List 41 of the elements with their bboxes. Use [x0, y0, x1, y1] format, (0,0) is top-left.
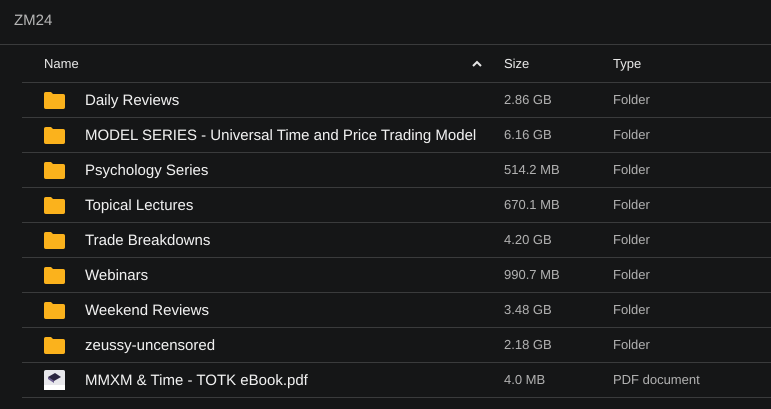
file-size: 2.18 GB	[504, 337, 552, 352]
file-type: PDF document	[613, 372, 700, 387]
file-size: 4.0 MB	[504, 372, 546, 387]
file-name[interactable]: Daily Reviews	[85, 92, 180, 108]
folder-icon	[44, 92, 65, 108]
file-type: Folder	[613, 302, 650, 317]
column-header[interactable]: Name	[22, 56, 79, 71]
file-name[interactable]: Trade Breakdowns	[85, 232, 210, 248]
file-size: 3.48 GB	[504, 302, 552, 317]
file-type: Folder	[613, 162, 650, 177]
file-size: 670.1 MB	[504, 197, 560, 212]
file-size: 514.2 MB	[504, 162, 560, 177]
file-size: 4.20 GB	[504, 232, 552, 247]
file-type: Folder	[613, 127, 650, 142]
file-name[interactable]: Topical Lectures	[85, 196, 194, 214]
folder-icon	[44, 126, 65, 144]
file-type: Folder	[613, 232, 650, 247]
folder-icon	[44, 302, 65, 318]
file-size: 2.86 GB	[504, 92, 552, 107]
file-size: 6.16 GB	[504, 127, 552, 142]
folder-icon	[44, 232, 65, 248]
file-name[interactable]: Webinars	[85, 266, 148, 284]
file-type: Folder	[613, 92, 650, 107]
file-name[interactable]: Psychology Series	[85, 162, 208, 178]
file-name[interactable]: Weekend Reviews	[85, 302, 209, 318]
column-header[interactable]: Type	[613, 56, 642, 71]
folder-icon	[44, 266, 65, 284]
file-name[interactable]: MODEL SERIES - Universal Time and Price Trading Model	[85, 126, 476, 144]
file-name[interactable]: zeussy-uncensored	[85, 336, 216, 354]
folder-icon	[44, 196, 65, 214]
sort-caret-icon[interactable]	[472, 60, 482, 67]
document-icon	[44, 370, 65, 390]
folder-icon	[44, 336, 65, 354]
file-type: Folder	[613, 337, 650, 352]
file-type: Folder	[613, 197, 650, 212]
file-name[interactable]: MMXM & Time - TOTK eBook.pdf	[85, 372, 308, 388]
column-header[interactable]: Size	[504, 56, 530, 71]
folder-title: ZM24	[0, 0, 771, 45]
folder-icon	[44, 162, 65, 178]
file-type: Folder	[613, 267, 650, 282]
file-size: 990.7 MB	[504, 267, 560, 282]
